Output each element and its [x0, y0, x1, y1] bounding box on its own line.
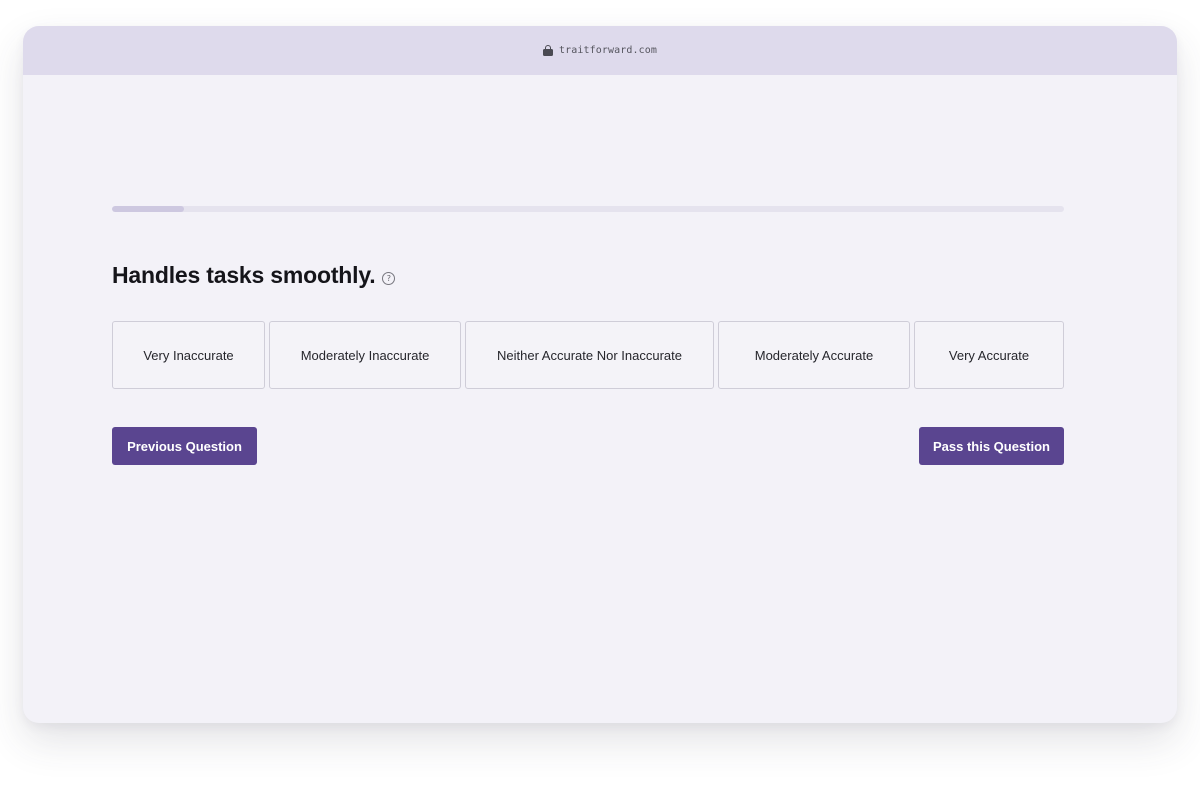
option-very-inaccurate[interactable]: Very Inaccurate	[112, 321, 265, 389]
option-moderately-accurate[interactable]: Moderately Accurate	[718, 321, 910, 389]
option-very-accurate[interactable]: Very Accurate	[914, 321, 1064, 389]
help-circle-icon[interactable]: ?	[382, 272, 396, 285]
progress-bar-fill	[112, 206, 185, 212]
answer-options: Very Inaccurate Moderately Inaccurate Ne…	[112, 321, 1064, 389]
progress-bar	[112, 206, 1064, 212]
address-bar: traitforward.com	[23, 26, 1177, 75]
lock-icon	[543, 44, 554, 56]
url-text: traitforward.com	[559, 45, 657, 56]
question-header: Handles tasks smoothly. ?	[112, 262, 396, 289]
browser-window: traitforward.com Handles tasks smoothly.…	[23, 26, 1177, 723]
previous-question-button[interactable]: Previous Question	[112, 427, 257, 465]
question-text: Handles tasks smoothly.	[112, 262, 376, 288]
option-moderately-inaccurate[interactable]: Moderately Inaccurate	[269, 321, 461, 389]
pass-question-button[interactable]: Pass this Question	[919, 427, 1064, 465]
option-neither-accurate-nor-inaccurate[interactable]: Neither Accurate Nor Inaccurate	[465, 321, 714, 389]
